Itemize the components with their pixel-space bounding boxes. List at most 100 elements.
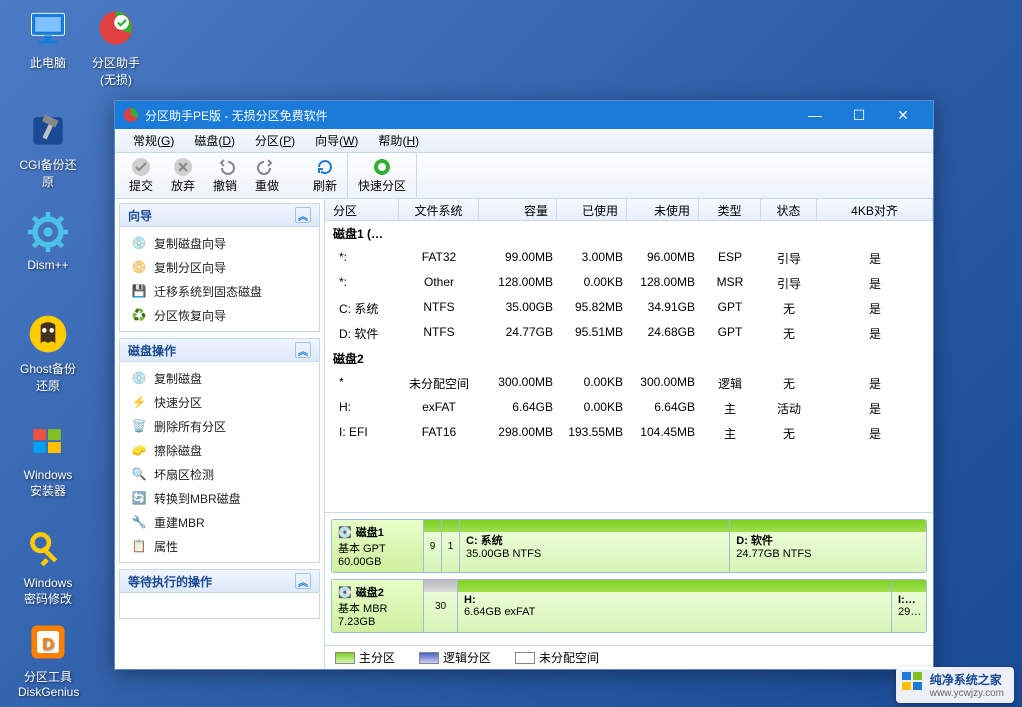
seg-c-drive[interactable]: C: 系统35.00GB NTFS <box>460 520 730 572</box>
table-row[interactable]: I: EFIFAT16298.00MB193.55MB104.45MB主无是 <box>325 421 933 446</box>
diskop-badsector[interactable]: 🔍坏扇区检测 <box>120 462 319 486</box>
gear-icon <box>26 210 70 254</box>
seg-i-drive[interactable]: I:…29… <box>892 580 926 632</box>
disk1-title[interactable]: 磁盘1 (… <box>325 221 933 246</box>
diskop-properties[interactable]: 📋属性 <box>120 534 319 558</box>
grid-header: 分区 文件系统 容量 已使用 未使用 类型 状态 4KB对齐 <box>325 199 933 221</box>
app-icon <box>123 107 139 123</box>
col-used[interactable]: 已使用 <box>557 199 627 220</box>
wizard-copy-partition[interactable]: 📀复制分区向导 <box>120 255 319 279</box>
table-row[interactable]: H:exFAT6.64GB0.00KB6.64GB主活动是 <box>325 396 933 421</box>
delete-icon: 🗑️ <box>130 417 148 435</box>
watermark-logo-icon <box>900 669 926 695</box>
disk-icon: 💽 <box>338 526 352 539</box>
diskops-panel: 磁盘操作︽ 💿复制磁盘 ⚡快速分区 🗑️删除所有分区 🧽擦除磁盘 🔍坏扇区检测 … <box>119 338 320 563</box>
table-row[interactable]: C: 系统NTFS35.00GB95.82MB34.91GBGPT无是 <box>325 296 933 321</box>
pie-icon <box>94 6 138 50</box>
diskop-mbr-convert[interactable]: 🔄转换到MBR磁盘 <box>120 486 319 510</box>
seg-unalloc[interactable]: 30 <box>424 580 458 632</box>
desktop-icon-partition-assist[interactable]: 分区助手(无损) <box>86 6 146 88</box>
desktop-icon-win-installer[interactable]: Windows安装器 <box>18 420 78 499</box>
table-row[interactable]: *:Other128.00MB0.00KB128.00MBMSR引导是 <box>325 271 933 296</box>
wizard-recover[interactable]: ♻️分区恢复向导 <box>120 303 319 327</box>
col-filesystem[interactable]: 文件系统 <box>399 199 479 220</box>
disk2-info: 💽磁盘2 基本 MBR 7.23GB <box>332 580 424 632</box>
collapse-icon[interactable]: ︽ <box>295 342 311 358</box>
quick-partition-button[interactable]: 快速分区 <box>347 152 417 199</box>
minimize-button[interactable]: — <box>793 101 837 129</box>
monitor-icon <box>26 6 70 50</box>
menu-disk[interactable]: 磁盘(D) <box>184 132 245 149</box>
discard-button[interactable]: 放弃 <box>163 154 203 197</box>
refresh-button[interactable]: 刷新 <box>305 154 345 197</box>
seg-msr[interactable]: 1 <box>442 520 460 572</box>
pending-panel: 等待执行的操作︽ <box>119 569 320 619</box>
diskop-quick[interactable]: ⚡快速分区 <box>120 390 319 414</box>
desktop-icon-ghost[interactable]: Ghost备份还原 <box>18 312 78 394</box>
disk2-title[interactable]: 磁盘2 <box>325 346 933 371</box>
partition-grid[interactable]: 磁盘1 (… *:FAT3299.00MB3.00MB96.00MBESP引导是… <box>325 221 933 512</box>
quick-icon: ⚡ <box>130 393 148 411</box>
submit-button[interactable]: 提交 <box>121 154 161 197</box>
collapse-icon[interactable]: ︽ <box>295 573 311 589</box>
col-type[interactable]: 类型 <box>699 199 761 220</box>
convert-icon: 🔄 <box>130 489 148 507</box>
table-row[interactable]: *未分配空间300.00MB0.00KB300.00MB逻辑无是 <box>325 371 933 396</box>
pending-panel-header[interactable]: 等待执行的操作︽ <box>119 569 320 593</box>
legend-logical: 逻辑分区 <box>419 649 491 666</box>
diskop-wipe[interactable]: 🧽擦除磁盘 <box>120 438 319 462</box>
col-partition[interactable]: 分区 <box>325 199 399 220</box>
disk1-bar[interactable]: 💽磁盘1 基本 GPT 60.00GB 9 1 C: 系统35.00GB NTF… <box>331 519 927 573</box>
partition-assistant-window: 分区助手PE版 - 无损分区免费软件 — ☐ ✕ 常规(G) 磁盘(D) 分区(… <box>114 100 934 670</box>
disk1-info: 💽磁盘1 基本 GPT 60.00GB <box>332 520 424 572</box>
desktop-icon-diskgenius[interactable]: D 分区工具DiskGenius <box>18 620 78 699</box>
wizard-panel: 向导︽ 💿复制磁盘向导 📀复制分区向导 💾迁移系统到固态磁盘 ♻️分区恢复向导 <box>119 203 320 332</box>
close-button[interactable]: ✕ <box>881 101 925 129</box>
diskops-panel-header[interactable]: 磁盘操作︽ <box>119 338 320 362</box>
disk2-bar[interactable]: 💽磁盘2 基本 MBR 7.23GB 30 H:6.64GB exFAT I:…… <box>331 579 927 633</box>
wizard-panel-header[interactable]: 向导︽ <box>119 203 320 227</box>
partition-icon: 📀 <box>130 258 148 276</box>
recover-icon: ♻️ <box>130 306 148 324</box>
collapse-icon[interactable]: ︽ <box>295 207 311 223</box>
seg-h-drive[interactable]: H:6.64GB exFAT <box>458 580 892 632</box>
side-panel: 向导︽ 💿复制磁盘向导 📀复制分区向导 💾迁移系统到固态磁盘 ♻️分区恢复向导 … <box>115 199 325 669</box>
ssd-icon: 💾 <box>130 282 148 300</box>
col-free[interactable]: 未使用 <box>627 199 699 220</box>
titlebar[interactable]: 分区助手PE版 - 无损分区免费软件 — ☐ ✕ <box>115 101 933 129</box>
undo-icon <box>215 157 235 177</box>
check-icon <box>131 157 151 177</box>
svg-text:D: D <box>42 635 54 653</box>
desktop-icon-dism[interactable]: Dism++ <box>18 210 78 272</box>
diskop-copy[interactable]: 💿复制磁盘 <box>120 366 319 390</box>
table-row[interactable]: *:FAT3299.00MB3.00MB96.00MBESP引导是 <box>325 246 933 271</box>
diskop-rebuild-mbr[interactable]: 🔧重建MBR <box>120 510 319 534</box>
main-content: 分区 文件系统 容量 已使用 未使用 类型 状态 4KB对齐 磁盘1 (… *:… <box>325 199 933 669</box>
desktop-icon-win-password[interactable]: Windows密码修改 <box>18 528 78 607</box>
menu-wizard[interactable]: 向导(W) <box>305 132 368 149</box>
table-row[interactable]: D: 软件NTFS24.77GB95.51MB24.68GBGPT无是 <box>325 321 933 346</box>
diskop-delete-all[interactable]: 🗑️删除所有分区 <box>120 414 319 438</box>
menu-partition[interactable]: 分区(P) <box>245 132 305 149</box>
desktop-icon-this-pc[interactable]: 此电脑 <box>18 6 78 71</box>
cross-icon <box>173 157 193 177</box>
wizard-copy-disk[interactable]: 💿复制磁盘向导 <box>120 231 319 255</box>
disk-bar-area: 💽磁盘1 基本 GPT 60.00GB 9 1 C: 系统35.00GB NTF… <box>325 512 933 645</box>
hammer-icon <box>26 108 70 152</box>
col-status[interactable]: 状态 <box>761 199 817 220</box>
col-4k[interactable]: 4KB对齐 <box>817 199 933 220</box>
desktop-icon-cgi-backup[interactable]: CGI备份还原 <box>18 108 78 190</box>
seg-esp[interactable]: 9 <box>424 520 442 572</box>
redo-button[interactable]: 重做 <box>247 154 287 197</box>
diskgenius-icon: D <box>26 620 70 664</box>
wizard-migrate-ssd[interactable]: 💾迁移系统到固态磁盘 <box>120 279 319 303</box>
maximize-button[interactable]: ☐ <box>837 101 881 129</box>
menu-help[interactable]: 帮助(H) <box>368 132 429 149</box>
seg-d-drive[interactable]: D: 软件24.77GB NTFS <box>730 520 926 572</box>
disk-icon: 💿 <box>130 234 148 252</box>
menu-general[interactable]: 常规(G) <box>123 132 184 149</box>
scan-icon: 🔍 <box>130 465 148 483</box>
ghost-icon <box>26 312 70 356</box>
col-capacity[interactable]: 容量 <box>479 199 557 220</box>
undo-button[interactable]: 撤销 <box>205 154 245 197</box>
